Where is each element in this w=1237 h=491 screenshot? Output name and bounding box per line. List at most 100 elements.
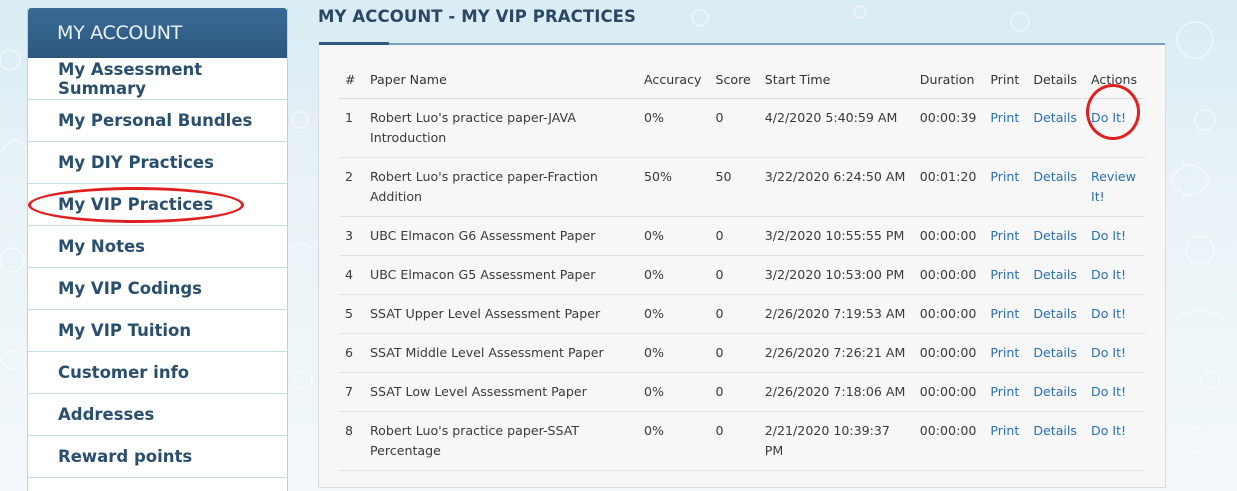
column-header-start-time: Start Time bbox=[758, 67, 914, 99]
do-it-link[interactable]: Do It! bbox=[1091, 423, 1126, 438]
details-link[interactable]: Details bbox=[1033, 345, 1077, 360]
score-value: 0 bbox=[709, 294, 759, 334]
accuracy-value: 0% bbox=[638, 411, 710, 471]
sidebar-item-addresses[interactable]: Addresses bbox=[28, 394, 287, 436]
panel-accent-bar bbox=[319, 42, 389, 45]
column-header-paper-name: Paper Name bbox=[364, 67, 638, 99]
details-link[interactable]: Details bbox=[1033, 228, 1077, 243]
do-it-link[interactable]: Do It! bbox=[1091, 384, 1126, 399]
column-header-print: Print bbox=[984, 67, 1028, 99]
column-header-duration: Duration bbox=[913, 67, 985, 99]
column-header-actions: Actions bbox=[1085, 67, 1146, 99]
print-link[interactable]: Print bbox=[990, 345, 1019, 360]
duration-value: 00:01:20 bbox=[913, 157, 985, 217]
score-value: 0 bbox=[709, 372, 759, 412]
sidebar-item-diy-practices[interactable]: My DIY Practices bbox=[28, 142, 287, 184]
table-row: 2 Robert Luo's practice paper-Fraction A… bbox=[339, 157, 1146, 217]
paper-name: Robert Luo's practice paper-Fraction Add… bbox=[364, 157, 638, 217]
start-time-value: 2/26/2020 7:26:21 AM bbox=[758, 333, 914, 373]
score-value: 50 bbox=[709, 157, 759, 217]
table-row: 3 UBC Elmacon G6 Assessment Paper 0% 0 3… bbox=[339, 216, 1146, 256]
duration-value: 00:00:00 bbox=[913, 255, 985, 295]
paper-name: UBC Elmacon G5 Assessment Paper bbox=[364, 255, 638, 295]
table-row: 7 SSAT Low Level Assessment Paper 0% 0 2… bbox=[339, 372, 1146, 412]
column-header-accuracy: Accuracy bbox=[638, 67, 710, 99]
table-row: 1 Robert Luo's practice paper-JAVA Intro… bbox=[339, 84, 1146, 158]
do-it-link[interactable]: Do It! bbox=[1091, 110, 1126, 125]
sidebar-list: My Assessment Summary My Personal Bundle… bbox=[28, 58, 287, 478]
sidebar-item-label: My Personal Bundles bbox=[58, 111, 253, 130]
row-number: 1 bbox=[339, 98, 364, 158]
sidebar-item-personal-bundles[interactable]: My Personal Bundles bbox=[28, 100, 287, 142]
sidebar-header: MY ACCOUNT bbox=[28, 8, 287, 58]
print-link[interactable]: Print bbox=[990, 228, 1019, 243]
paper-name: SSAT Upper Level Assessment Paper bbox=[364, 294, 638, 334]
accuracy-value: 50% bbox=[638, 157, 710, 217]
start-time-value: 2/21/2020 10:39:37 PM bbox=[758, 411, 914, 471]
sidebar-item-label: Reward points bbox=[58, 447, 193, 466]
details-link[interactable]: Details bbox=[1033, 169, 1077, 184]
paper-name: Robert Luo's practice paper-SSAT Percent… bbox=[364, 411, 638, 471]
accuracy-value: 0% bbox=[638, 216, 710, 256]
do-it-link[interactable]: Do It! bbox=[1091, 345, 1126, 360]
table-header-row: # Paper Name Accuracy Score Start Time D… bbox=[339, 67, 1146, 99]
row-number: 3 bbox=[339, 216, 364, 256]
paper-name: UBC Elmacon G6 Assessment Paper bbox=[364, 216, 638, 256]
sidebar-item-label: My VIP Practices bbox=[58, 195, 214, 214]
sidebar-item-label: My VIP Codings bbox=[58, 279, 202, 298]
paper-name: SSAT Low Level Assessment Paper bbox=[364, 372, 638, 412]
start-time-value: 3/2/2020 10:53:00 PM bbox=[758, 255, 914, 295]
duration-value: 00:00:00 bbox=[913, 372, 985, 412]
do-it-link[interactable]: Do It! bbox=[1091, 228, 1126, 243]
do-it-link[interactable]: Do It! bbox=[1091, 267, 1126, 282]
sidebar-item-assessment-summary[interactable]: My Assessment Summary bbox=[28, 58, 287, 100]
sidebar-item-reward-points[interactable]: Reward points bbox=[28, 436, 287, 478]
sidebar-item-label: My Notes bbox=[58, 237, 145, 256]
account-sidebar: MY ACCOUNT My Assessment Summary My Pers… bbox=[27, 8, 288, 491]
sidebar-item-vip-codings[interactable]: My VIP Codings bbox=[28, 268, 287, 310]
sidebar-item-label: My VIP Tuition bbox=[58, 321, 192, 340]
sidebar-item-vip-practices[interactable]: My VIP Practices bbox=[28, 184, 287, 226]
table-row: 8 Robert Luo's practice paper-SSAT Perce… bbox=[339, 411, 1146, 471]
print-link[interactable]: Print bbox=[990, 169, 1019, 184]
paper-name: Robert Luo's practice paper-JAVA Introdu… bbox=[364, 98, 638, 158]
row-number: 8 bbox=[339, 411, 364, 471]
row-number: 5 bbox=[339, 294, 364, 334]
print-link[interactable]: Print bbox=[990, 110, 1019, 125]
review-it-link[interactable]: Review It! bbox=[1091, 169, 1136, 204]
score-value: 0 bbox=[709, 333, 759, 373]
details-link[interactable]: Details bbox=[1033, 384, 1077, 399]
duration-value: 00:00:39 bbox=[913, 98, 985, 158]
start-time-value: 2/26/2020 7:19:53 AM bbox=[758, 294, 914, 334]
duration-value: 00:00:00 bbox=[913, 216, 985, 256]
start-time-value: 3/22/2020 6:24:50 AM bbox=[758, 157, 914, 217]
sidebar-item-customer-info[interactable]: Customer info bbox=[28, 352, 287, 394]
details-link[interactable]: Details bbox=[1033, 306, 1077, 321]
column-header-number: # bbox=[339, 67, 364, 99]
vip-practices-table: # Paper Name Accuracy Score Start Time D… bbox=[339, 67, 1146, 471]
duration-value: 00:00:00 bbox=[913, 333, 985, 373]
sidebar-item-label: My DIY Practices bbox=[58, 153, 214, 172]
table-row: 4 UBC Elmacon G5 Assessment Paper 0% 0 3… bbox=[339, 255, 1146, 295]
row-number: 4 bbox=[339, 255, 364, 295]
score-value: 0 bbox=[709, 411, 759, 471]
sidebar-item-notes[interactable]: My Notes bbox=[28, 226, 287, 268]
accuracy-value: 0% bbox=[638, 98, 710, 158]
accuracy-value: 0% bbox=[638, 255, 710, 295]
sidebar-item-label: Customer info bbox=[58, 363, 190, 382]
sidebar-item-label: My Assessment Summary bbox=[58, 59, 203, 98]
details-link[interactable]: Details bbox=[1033, 267, 1077, 282]
print-link[interactable]: Print bbox=[990, 267, 1019, 282]
accuracy-value: 0% bbox=[638, 294, 710, 334]
sidebar-item-label: Addresses bbox=[58, 405, 155, 424]
do-it-link[interactable]: Do It! bbox=[1091, 306, 1126, 321]
page-title: MY ACCOUNT - MY VIP PRACTICES bbox=[318, 7, 637, 26]
sidebar-item-vip-tuition[interactable]: My VIP Tuition bbox=[28, 310, 287, 352]
print-link[interactable]: Print bbox=[990, 423, 1019, 438]
print-link[interactable]: Print bbox=[990, 384, 1019, 399]
print-link[interactable]: Print bbox=[990, 306, 1019, 321]
row-number: 2 bbox=[339, 157, 364, 217]
details-link[interactable]: Details bbox=[1033, 110, 1077, 125]
details-link[interactable]: Details bbox=[1033, 423, 1077, 438]
score-value: 0 bbox=[709, 255, 759, 295]
